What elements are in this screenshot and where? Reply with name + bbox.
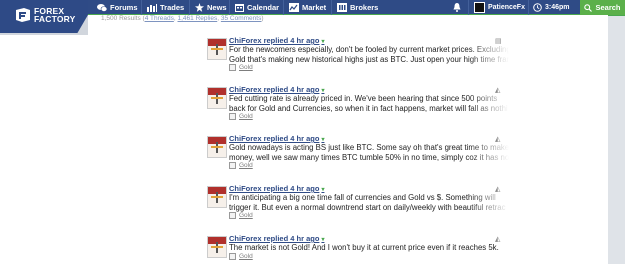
tag-gold[interactable]: Gold [229,162,253,169]
tag-gold[interactable]: Gold [229,253,253,260]
post-author-link[interactable]: ChiForex replied 4 hr ago [229,134,319,143]
user-menu[interactable]: PatienceFx [474,0,525,15]
tag-gold[interactable]: Gold [229,113,253,120]
post-author-link[interactable]: ChiForex replied 4 hr ago [229,85,319,94]
search-label: Search [595,3,621,12]
tag-label: Gold [239,253,253,260]
tag-gold[interactable]: Gold [229,64,253,71]
post-type-icon: ◭ [495,236,501,243]
post-text-line: For the newcomers especially, don't be f… [229,45,509,54]
logo-text-factory: FACTORY [34,14,76,24]
post-text-line: The market is not Gold! And I won't buy … [229,243,499,252]
avatar[interactable] [207,87,227,109]
current-time: 3:46pm [545,4,570,11]
nav-forums[interactable]: Forums [97,0,138,15]
nav-divider [141,0,142,15]
post-text-line: Gold nowadays is acting BS just like BTC… [229,143,509,152]
nav-divider [229,0,230,15]
bell-icon [453,3,461,12]
tag-label: Gold [239,113,253,120]
post-text-line: Gold that's making new historical highs … [229,54,509,64]
nav-news-label: News [207,3,227,12]
notifications-button[interactable] [453,0,461,15]
post-text-line: back for Gold and Currencies, so when it… [229,103,508,113]
forex-factory-logo[interactable]: FOREX FACTORY [0,0,88,33]
chat-bubbles-icon [97,3,107,12]
post-author-link[interactable]: ChiForex replied 4 hr ago [229,234,319,243]
bar-chart-icon [147,3,157,12]
tag-icon [229,64,236,71]
tag-label: Gold [239,162,253,169]
nav-trades[interactable]: Trades [147,0,184,15]
post-text-line: I'm anticipating a big one time fall of … [229,193,496,202]
news-star-icon [195,3,204,12]
nav-divider [189,0,190,15]
calendar-icon [235,4,244,12]
threads-filter-link[interactable]: 4 Threads [145,15,174,22]
search-icon [584,3,593,12]
results-summary: 1,500 Results (4 Threads, 1,461 Replies,… [101,15,264,22]
replies-filter-link[interactable]: 1,461 Replies [178,15,218,22]
nav-market-label: Market [302,3,327,12]
username: PatienceFx [488,4,525,11]
nav-trades-label: Trades [160,3,185,12]
nav-divider [468,0,469,15]
search-button[interactable]: Search [580,0,625,15]
post-text-line: trigger it. But even a normal downtrend … [229,202,506,212]
tag-label: Gold [239,64,253,71]
nav-calendar[interactable]: Calendar [235,0,279,15]
clock-display[interactable]: 3:46pm [533,0,570,15]
results-count: 1,500 Results ( [101,15,145,22]
user-avatar [474,2,485,13]
tag-icon [229,253,236,260]
post-author-link[interactable]: ChiForex replied 4 hr ago [229,184,319,193]
avatar[interactable] [207,38,227,60]
post-type-icon: ◭ [495,87,501,94]
nav-divider [528,0,529,15]
nav-news[interactable]: News [195,0,227,15]
nav-divider [331,0,332,15]
tag-icon [229,212,236,219]
post-text-line: Fed cutting rate is already priced in. W… [229,94,498,103]
logo-icon [16,8,30,22]
post-type-icon: ◭ [495,186,501,193]
nav-market[interactable]: Market [289,0,326,15]
market-chart-icon [289,3,299,12]
post-type-icon: ◭ [495,136,501,143]
tag-label: Gold [239,212,253,219]
avatar[interactable] [207,236,227,258]
nav-calendar-label: Calendar [247,3,280,12]
post-type-icon: ▤ [495,38,502,45]
tag-gold[interactable]: Gold [229,212,253,219]
tag-icon [229,162,236,169]
left-margin [0,15,88,264]
avatar[interactable] [207,186,227,208]
clock-icon [533,3,542,12]
nav-forums-label: Forums [110,3,138,12]
brokers-icon [337,3,347,12]
avatar[interactable] [207,136,227,158]
nav-brokers-label: Brokers [350,3,379,12]
comments-filter-link[interactable]: 35 Comments [221,15,261,22]
post-text-line: money, well we saw many times BTC tumble… [229,152,509,162]
nav-brokers[interactable]: Brokers [337,0,378,15]
nav-divider [283,0,284,15]
tag-icon [229,113,236,120]
post-author-link[interactable]: ChiForex replied 4 hr ago [229,36,319,45]
